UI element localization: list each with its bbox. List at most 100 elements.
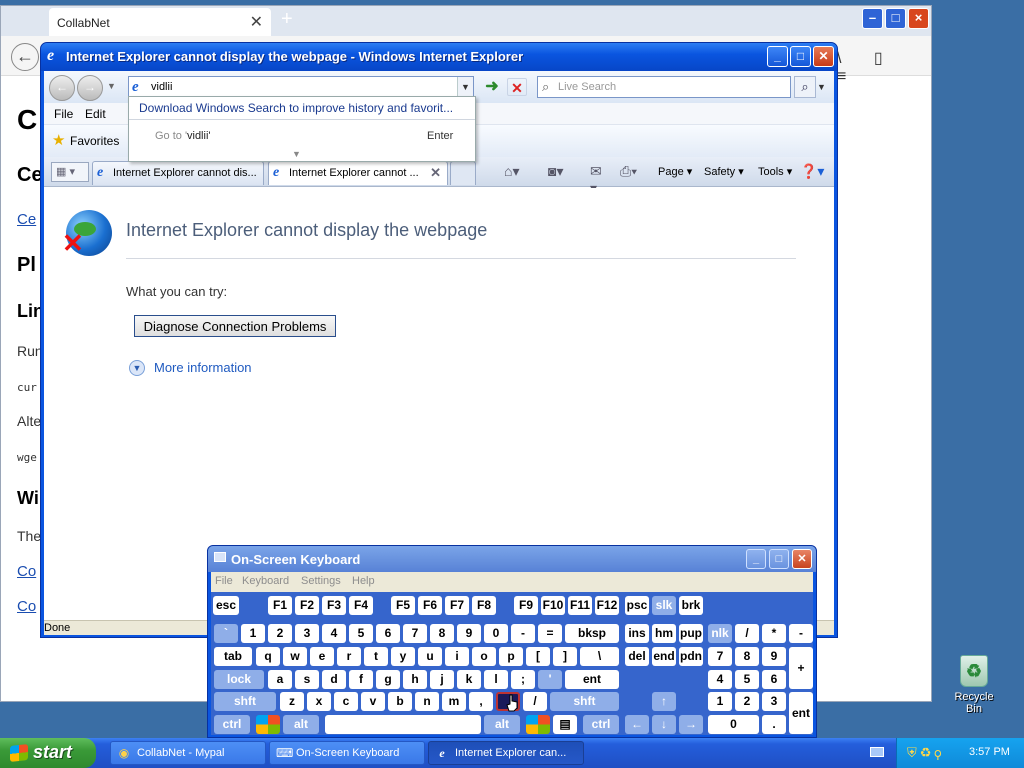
key-backspace[interactable]: bksp [565, 624, 619, 643]
windows-search-suggestion[interactable]: Download Windows Search to improve histo… [139, 101, 453, 115]
key-numpad-0[interactable]: 0 [708, 715, 759, 734]
key-j[interactable]: j [430, 670, 454, 689]
key-delete[interactable]: del [625, 647, 649, 666]
resize-grip-icon[interactable]: ▼ [292, 149, 301, 159]
back-arrow-icon[interactable]: ← [11, 43, 39, 71]
close-icon[interactable]: ✕ [430, 165, 441, 181]
key-caps-lock[interactable]: lock [214, 670, 264, 689]
key-space[interactable] [325, 715, 481, 734]
key-f[interactable]: f [349, 670, 373, 689]
key-1[interactable]: 1 [241, 624, 265, 643]
page-link[interactable]: Co [17, 598, 36, 615]
key-w[interactable]: w [283, 647, 307, 666]
feeds-icon[interactable]: ◙▾ [548, 163, 563, 180]
help-icon[interactable]: ❓▾ [800, 163, 824, 180]
key-left-arrow[interactable]: ← [625, 715, 649, 734]
key-0[interactable]: 0 [484, 624, 508, 643]
key-r[interactable]: r [337, 647, 361, 666]
key-numpad-enter[interactable]: ent [789, 692, 813, 734]
key-f6[interactable]: F6 [418, 596, 442, 615]
key-equal[interactable]: = [538, 624, 562, 643]
key-v[interactable]: v [361, 692, 385, 711]
key-numpad-7[interactable]: 7 [708, 647, 732, 666]
key-esc[interactable]: esc [213, 596, 239, 615]
key-page-up[interactable]: pup [679, 624, 703, 643]
taskbar-item-keyboard[interactable]: ⌨ On-Screen Keyboard [269, 741, 425, 765]
goto-label[interactable]: Go to ' [155, 130, 187, 142]
maximize-button[interactable]: □ [769, 549, 789, 569]
key-left-shift[interactable]: shft [214, 692, 276, 711]
key-numpad-3[interactable]: 3 [762, 692, 786, 711]
chevron-down-icon[interactable]: ▼ [129, 360, 145, 376]
key-f12[interactable]: F12 [595, 596, 619, 615]
key-insert[interactable]: ins [625, 624, 649, 643]
key-e[interactable]: e [310, 647, 334, 666]
key-g[interactable]: g [376, 670, 400, 689]
key-f5[interactable]: F5 [391, 596, 415, 615]
key-i[interactable]: i [445, 647, 469, 666]
key-9[interactable]: 9 [457, 624, 481, 643]
address-bar[interactable]: e vidlii ▼ [128, 76, 474, 98]
address-input[interactable]: vidlii [151, 81, 172, 93]
page-link[interactable]: Co [17, 563, 36, 580]
key-right-alt[interactable]: alt [484, 715, 520, 734]
key-2[interactable]: 2 [268, 624, 292, 643]
key-t[interactable]: t [364, 647, 388, 666]
key-h[interactable]: h [403, 670, 427, 689]
key-x[interactable]: x [307, 692, 331, 711]
key-semicolon[interactable]: ; [511, 670, 535, 689]
key-slash[interactable]: / [523, 692, 547, 711]
key-5[interactable]: 5 [349, 624, 373, 643]
key-m[interactable]: m [442, 692, 466, 711]
osk-title-bar[interactable]: On-Screen Keyboard _ □ ✕ [208, 546, 816, 572]
key-enter[interactable]: ent [565, 670, 619, 689]
key-b[interactable]: b [388, 692, 412, 711]
key-f11[interactable]: F11 [568, 596, 592, 615]
key-right-shift[interactable]: shft [550, 692, 619, 711]
back-icon[interactable]: ← [49, 75, 75, 101]
goto-value[interactable]: vidlii' [187, 130, 211, 142]
close-button[interactable]: ✕ [792, 549, 812, 569]
close-icon[interactable]: ✕ [250, 12, 263, 32]
menu-file[interactable]: File [54, 107, 73, 121]
key-right-bracket[interactable]: ] [553, 647, 577, 666]
forward-icon[interactable]: → [77, 75, 103, 101]
windows-key-icon[interactable] [256, 715, 280, 734]
key-grave[interactable]: ` [214, 624, 238, 643]
key-psc[interactable]: psc [625, 596, 649, 615]
key-right-arrow[interactable]: → [679, 715, 703, 734]
menu-settings[interactable]: Settings [301, 575, 341, 587]
key-num-lock[interactable]: nlk [708, 624, 732, 643]
search-button[interactable]: ⌕ [794, 76, 816, 98]
key-slk[interactable]: slk [652, 596, 676, 615]
minimize-button[interactable]: _ [746, 549, 766, 569]
chevron-down-icon[interactable]: ▼ [817, 76, 829, 98]
key-q[interactable]: q [256, 647, 280, 666]
tab-error-1[interactable]: e Internet Explorer cannot dis... [92, 161, 264, 185]
new-tab-button[interactable] [450, 161, 476, 185]
menu-keyboard[interactable]: Keyboard [242, 575, 289, 587]
key-c[interactable]: c [334, 692, 358, 711]
key-numpad-divide[interactable]: / [735, 624, 759, 643]
tray-icons[interactable]: ⛨♻⚲ [907, 745, 944, 761]
page-link[interactable]: Ce [17, 211, 36, 228]
key-n[interactable]: n [415, 692, 439, 711]
key-minus[interactable]: - [511, 624, 535, 643]
key-a[interactable]: a [268, 670, 292, 689]
key-f10[interactable]: F10 [541, 596, 565, 615]
key-p[interactable]: p [499, 647, 523, 666]
key-f2[interactable]: F2 [295, 596, 319, 615]
new-tab-icon[interactable]: + [281, 8, 293, 31]
key-numpad-5[interactable]: 5 [735, 670, 759, 689]
key-f1[interactable]: F1 [268, 596, 292, 615]
key-page-down[interactable]: pdn [679, 647, 703, 666]
key-tab[interactable]: tab [214, 647, 252, 666]
ie-title-bar[interactable]: e Internet Explorer cannot display the w… [41, 43, 837, 71]
menu-help[interactable]: Help [352, 575, 375, 587]
key-numpad-add[interactable]: + [789, 647, 813, 689]
stop-icon[interactable]: ✕ [507, 78, 527, 96]
key-4[interactable]: 4 [322, 624, 346, 643]
key-left-ctrl[interactable]: ctrl [214, 715, 250, 734]
close-button[interactable]: × [908, 8, 929, 29]
key-quote[interactable]: ' [538, 670, 562, 689]
